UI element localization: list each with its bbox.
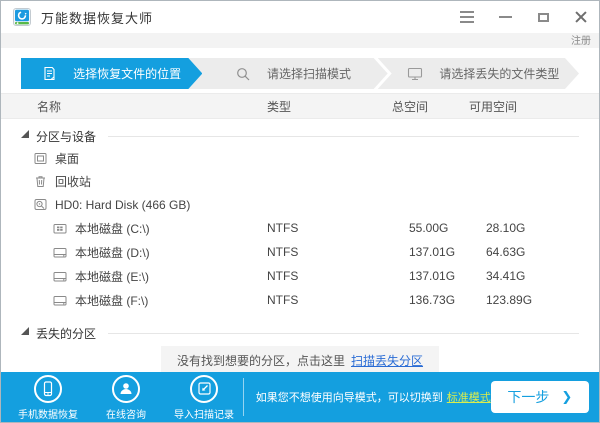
- import-scan-record-button[interactable]: 导入扫描记录: [173, 374, 235, 421]
- section-devices[interactable]: 分区与设备: [1, 125, 599, 147]
- lost-partition-message: 没有找到想要的分区，点击这里: [176, 354, 345, 368]
- recycle-bin-icon: [34, 175, 47, 188]
- drive-total: 137.01G: [409, 245, 456, 259]
- drive-windows-icon: [53, 222, 67, 235]
- footer-bar: 手机数据恢复 在线咨询 导入扫描记录 如果您不想使用向导模式，可以切换到 标准模…: [1, 372, 599, 422]
- tree-item-label: HD0: Hard Disk (466 GB): [55, 197, 191, 212]
- tree-item-desktop[interactable]: 桌面: [1, 147, 599, 170]
- close-icon[interactable]: [573, 9, 589, 25]
- title-bar: 万能数据恢复大师: [1, 1, 599, 33]
- minimize-icon[interactable]: [497, 9, 513, 25]
- drive-label: 本地磁盘 (D:\): [75, 245, 150, 260]
- step-label: 请选择丢失的文件类型: [439, 67, 560, 81]
- step-label: 选择恢复文件的位置: [73, 67, 182, 81]
- next-step-button[interactable]: 下一步 ❯: [490, 381, 589, 413]
- harddisk-icon: [34, 198, 47, 211]
- document-icon: [42, 66, 57, 81]
- drive-icon: [53, 246, 67, 259]
- drive-type: NTFS: [267, 293, 299, 307]
- drive-total: 55.00G: [409, 221, 449, 235]
- step-scan-mode[interactable]: 请选择扫描模式: [188, 58, 387, 89]
- chevron-right-icon: ❯: [561, 389, 573, 404]
- drive-row-e[interactable]: 本地磁盘 (E:\) NTFS 137.01G 34.41G: [1, 264, 599, 288]
- drive-type: NTFS: [267, 221, 299, 235]
- drive-icon: [53, 270, 67, 283]
- drive-icon: [53, 294, 67, 307]
- drive-row-d[interactable]: 本地磁盘 (D:\) NTFS 137.01G 64.63G: [1, 240, 599, 264]
- window-title: 万能数据恢复大师: [41, 10, 154, 26]
- column-header-free[interactable]: 可用空间: [469, 98, 599, 115]
- scan-lost-partition-link[interactable]: 扫描丢失分区: [351, 354, 423, 368]
- tree-item-label: 回收站: [55, 175, 92, 189]
- expander-icon[interactable]: [21, 130, 29, 138]
- drive-type: NTFS: [267, 269, 299, 283]
- import-icon: [190, 374, 218, 403]
- table-header: 名称 类型 总空间 可用空间: [1, 93, 599, 119]
- app-window: 万能数据恢复大师 注册 选择恢复文件的位置 请选择扫描模式 请选择丢失的文件类型…: [0, 0, 600, 423]
- drive-label: 本地磁盘 (C:\): [75, 221, 150, 236]
- search-icon: [235, 66, 251, 82]
- section-lost-partitions[interactable]: 丢失的分区: [1, 322, 599, 344]
- footer-action-label: 导入扫描记录: [174, 409, 234, 421]
- desktop-icon: [34, 152, 47, 165]
- mode-hint: 如果您不想使用向导模式，可以切换到 标准模式: [255, 392, 491, 404]
- tree-item-harddisk[interactable]: HD0: Hard Disk (466 GB): [1, 193, 599, 216]
- wizard-steps: 选择恢复文件的位置 请选择扫描模式 请选择丢失的文件类型: [21, 58, 579, 89]
- drive-free: 64.63G: [486, 245, 526, 259]
- footer-action-label: 在线咨询: [106, 409, 146, 421]
- online-support-button[interactable]: 在线咨询: [95, 374, 157, 421]
- drive-total: 137.01G: [409, 269, 456, 283]
- phone-icon: [34, 374, 62, 403]
- drive-label: 本地磁盘 (F:\): [75, 293, 149, 308]
- column-header-name[interactable]: 名称: [1, 98, 267, 115]
- drive-free: 28.10G: [486, 221, 526, 235]
- drive-total: 136.73G: [409, 293, 456, 307]
- expander-icon[interactable]: [21, 327, 29, 335]
- person-icon: [112, 374, 140, 403]
- drive-type: NTFS: [267, 245, 299, 259]
- drive-row-f[interactable]: 本地磁盘 (F:\) NTFS 136.73G 123.89G: [1, 288, 599, 312]
- drive-free: 34.41G: [486, 269, 526, 283]
- drive-label: 本地磁盘 (E:\): [75, 269, 149, 284]
- monitor-icon: [407, 67, 423, 81]
- lost-partition-message-box: 没有找到想要的分区，点击这里 扫描丢失分区: [160, 346, 440, 375]
- drive-row-c[interactable]: 本地磁盘 (C:\) NTFS 55.00G 28.10G: [1, 216, 599, 240]
- step-label: 请选择扫描模式: [267, 67, 352, 81]
- step-file-type[interactable]: 请选择丢失的文件类型: [378, 58, 579, 89]
- standard-mode-link[interactable]: 标准模式: [447, 392, 491, 404]
- register-strip: 注册: [1, 33, 599, 48]
- column-header-total[interactable]: 总空间: [392, 98, 469, 115]
- footer-divider: [243, 378, 244, 416]
- menu-icon[interactable]: [459, 9, 475, 25]
- column-header-type[interactable]: 类型: [267, 98, 392, 115]
- register-link[interactable]: 注册: [571, 36, 591, 47]
- step-select-location[interactable]: 选择恢复文件的位置: [21, 58, 202, 89]
- drive-free: 123.89G: [486, 293, 533, 307]
- phone-recovery-button[interactable]: 手机数据恢复: [17, 374, 79, 421]
- app-logo-icon: [11, 8, 31, 26]
- tree-item-label: 桌面: [55, 152, 80, 166]
- tree-item-recycle-bin[interactable]: 回收站: [1, 170, 599, 193]
- maximize-icon[interactable]: [535, 9, 551, 25]
- footer-action-label: 手机数据恢复: [18, 409, 78, 421]
